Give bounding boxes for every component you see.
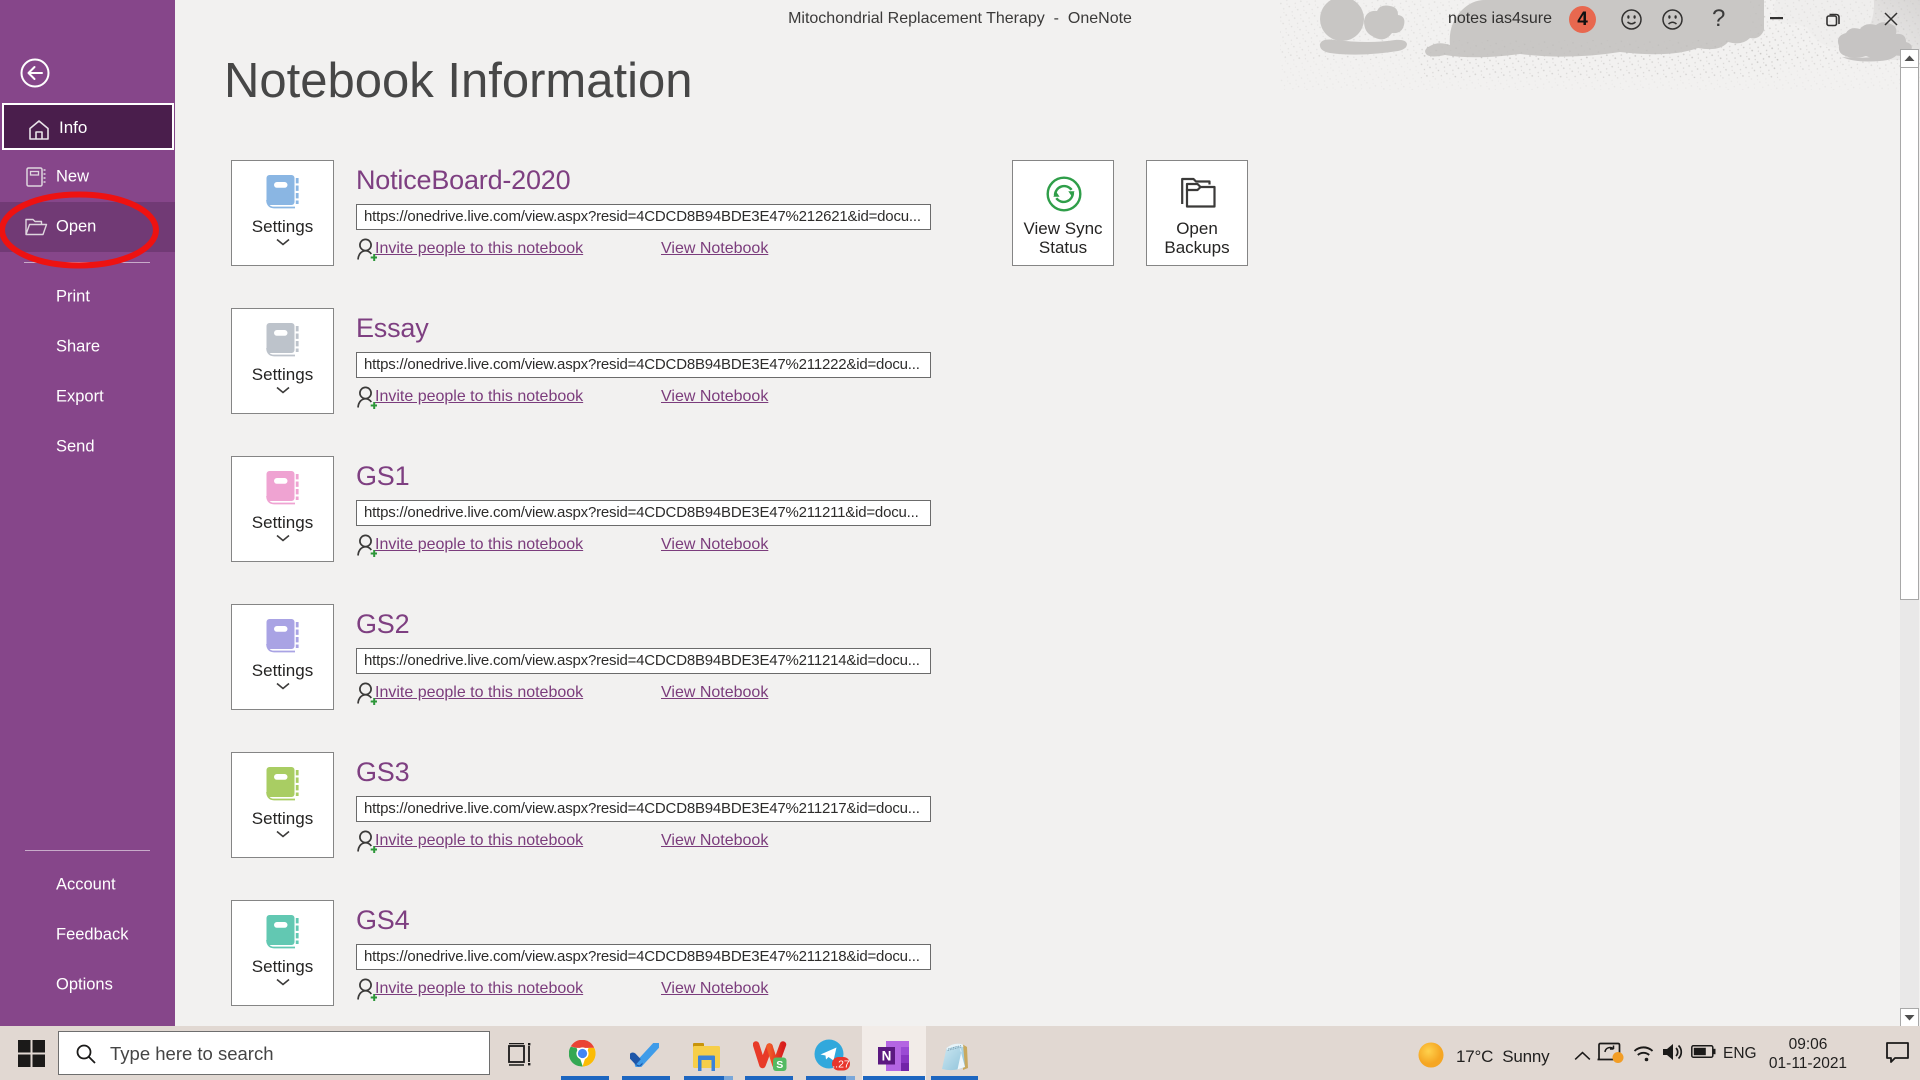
- svg-text:S: S: [776, 1059, 783, 1071]
- svg-text:N: N: [882, 1049, 892, 1064]
- svg-text:..27: ..27: [832, 1059, 850, 1071]
